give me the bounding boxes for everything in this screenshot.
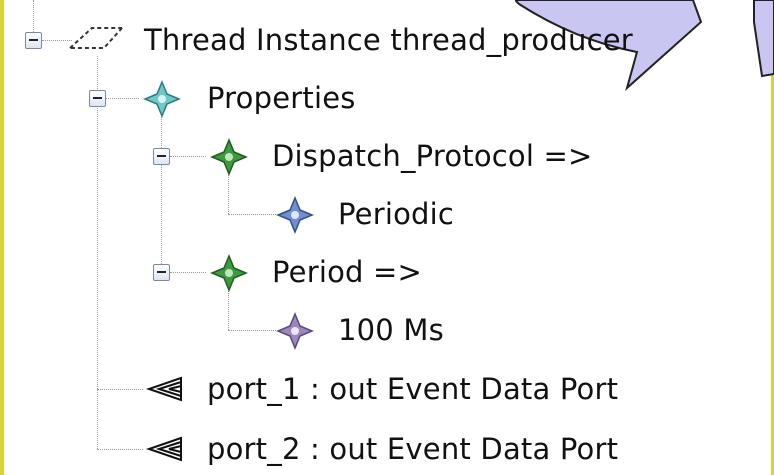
collapse-toggle-properties[interactable] — [89, 90, 106, 107]
tree-connector — [106, 98, 139, 99]
period-value: 100 Ms — [338, 313, 444, 347]
tree-connector — [97, 389, 143, 390]
tree-connector — [228, 330, 276, 331]
tree-node-thread-instance[interactable]: Thread Instance thread_producer — [144, 15, 633, 65]
tree-connector — [228, 172, 229, 214]
out-event-data-port-icon — [145, 376, 182, 402]
tree-node-port-1[interactable]: port_1 : out Event Data Port — [207, 364, 618, 414]
dispatch-protocol-value: Periodic — [338, 197, 455, 231]
tree-node-periodic[interactable]: Periodic — [338, 189, 454, 239]
tree-connector — [228, 288, 229, 330]
tree-node-properties[interactable]: Properties — [207, 73, 356, 123]
tree-node-dispatch-protocol[interactable]: Dispatch_Protocol => — [272, 131, 593, 181]
property-diamond-green-icon — [210, 138, 248, 176]
tree-connector — [97, 449, 143, 450]
value-diamond-purple-icon — [276, 312, 314, 350]
collapse-toggle-root[interactable] — [25, 32, 42, 49]
callout-box-shape — [753, 0, 774, 78]
collapse-toggle-period[interactable] — [153, 264, 170, 281]
tree-node-period-value[interactable]: 100 Ms — [338, 305, 444, 355]
dispatch-protocol-label: Dispatch_Protocol => — [272, 139, 593, 173]
period-label: Period => — [272, 255, 423, 289]
thread-icon — [69, 27, 123, 49]
tree-connector — [170, 156, 206, 157]
property-diamond-teal-icon — [143, 80, 181, 118]
port-2-label: port_2 : out Event Data Port — [207, 432, 619, 466]
value-diamond-blue-icon — [276, 196, 314, 234]
thread-instance-label: Thread Instance thread_producer — [144, 23, 633, 57]
property-diamond-green-icon — [210, 254, 248, 292]
port-1-label: port_1 : out Event Data Port — [207, 372, 619, 406]
tree-connector — [97, 56, 98, 449]
out-event-data-port-icon — [145, 436, 182, 462]
tree-connector — [228, 214, 276, 215]
tree-node-port-2[interactable]: port_2 : out Event Data Port — [207, 424, 618, 474]
tree-node-period[interactable]: Period => — [272, 247, 422, 297]
collapse-toggle-dispatch-protocol[interactable] — [153, 148, 170, 165]
tree-connector — [170, 272, 206, 273]
properties-label: Properties — [207, 81, 356, 115]
tree-connector — [161, 114, 162, 272]
